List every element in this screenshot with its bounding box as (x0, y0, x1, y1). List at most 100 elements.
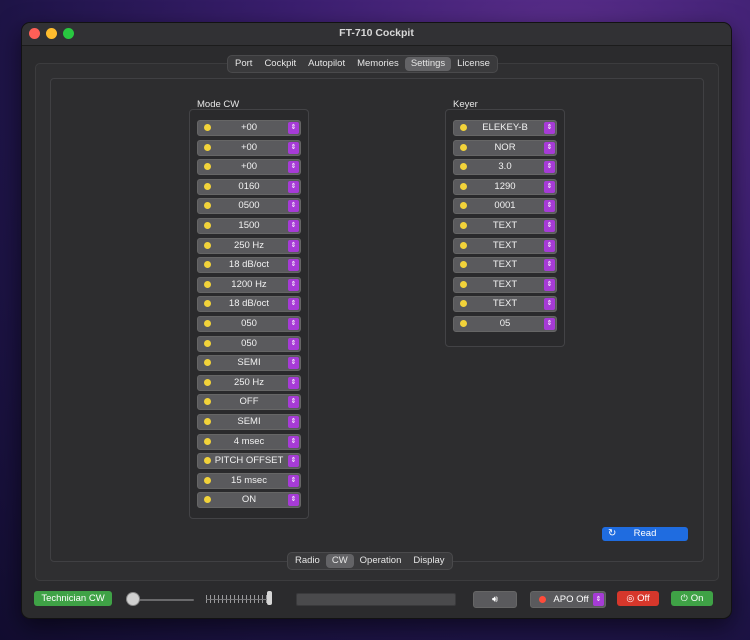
mode-cw-popup[interactable]: 4 msec ⇕ (197, 433, 301, 450)
chevron-updown-icon: ⇕ (593, 593, 604, 606)
mode-cw-popup[interactable]: 18 dB/oct ⇕ (197, 257, 301, 274)
popup-value: SEMI (237, 357, 261, 369)
chevron-updown-icon: ⇕ (544, 141, 555, 154)
subtab-cw[interactable]: CW (325, 554, 354, 568)
mode-cw-popup[interactable]: SEMI ⇕ (197, 355, 301, 372)
speaker-icon: 🔊︎ (492, 594, 498, 605)
keyer-popup[interactable]: 0001 ⇕ (453, 198, 557, 215)
subtab-radio[interactable]: Radio (289, 554, 326, 568)
keyer-popup[interactable]: 1290 ⇕ (453, 178, 557, 195)
keyer-popup[interactable]: NOR ⇕ (453, 139, 557, 156)
subtab-operation[interactable]: Operation (354, 554, 408, 568)
popup-value: 0500 (238, 200, 260, 212)
tab-autopilot[interactable]: Autopilot (302, 57, 351, 71)
status-dot (460, 163, 467, 171)
off-button[interactable]: ◎ Off (617, 591, 659, 606)
popup-value: +00 (240, 161, 258, 173)
keyer-popup[interactable]: TEXT ⇕ (453, 257, 557, 274)
chevron-updown-icon: ⇕ (544, 220, 555, 232)
chevron-updown-icon: ⇕ (544, 259, 555, 272)
popup-value: 05 (499, 318, 511, 329)
popup-value: TEXT (492, 220, 518, 231)
tab-cockpit[interactable]: Cockpit (258, 57, 302, 71)
mode-cw-popup[interactable]: 250 Hz ⇕ (197, 374, 301, 391)
read-button-label: Read (633, 528, 657, 539)
chevron-updown-icon: ⇕ (288, 474, 299, 487)
mode-cw-popup[interactable]: 15 msec ⇕ (197, 472, 301, 489)
mode-cw-popup[interactable]: 250 Hz ⇕ (197, 237, 301, 254)
popup-value: ELEKEY-B (482, 122, 528, 133)
status-dot (460, 300, 467, 308)
status-dot (204, 143, 211, 151)
chevron-updown-icon: ⇕ (544, 122, 555, 134)
level-meter (296, 593, 456, 606)
status-dot (204, 320, 211, 327)
chevron-updown-icon: ⇕ (288, 122, 299, 134)
status-dot (204, 359, 211, 367)
popup-value: OFF (239, 396, 259, 408)
mode-cw-popup[interactable]: 0160 ⇕ (197, 178, 301, 195)
speaker-button[interactable]: 🔊︎ (473, 591, 517, 608)
mode-cw-popup[interactable]: 050 ⇕ (197, 316, 301, 332)
status-dot (460, 143, 467, 151)
keyer-popup[interactable]: TEXT ⇕ (453, 237, 557, 254)
status-dot (204, 222, 211, 229)
power-icon: ◎ (626, 593, 635, 603)
chevron-updown-icon: ⇕ (544, 180, 555, 193)
popup-value: 050 (241, 318, 257, 329)
mode-cw-popup[interactable]: 18 dB/oct ⇕ (197, 296, 301, 313)
keyer-popup[interactable]: ELEKEY-B ⇕ (453, 120, 557, 136)
status-dot (204, 280, 211, 288)
mode-cw-popup[interactable]: PITCH OFFSET ⇕ (197, 453, 301, 470)
tab-port[interactable]: Port (229, 57, 258, 71)
mode-cw-popup[interactable]: 0500 ⇕ (197, 198, 301, 215)
popup-value: 0001 (494, 200, 516, 212)
tick-slider-knob[interactable] (267, 591, 272, 605)
tab-memories[interactable]: Memories (351, 57, 405, 71)
popup-value: ON (241, 494, 257, 506)
popup-value: 250 Hz (233, 239, 265, 251)
mode-cw-popup[interactable]: SEMI ⇕ (197, 414, 301, 430)
mode-cw-popup[interactable]: +00 ⇕ (197, 120, 301, 136)
mode-cw-popup[interactable]: 1200 Hz ⇕ (197, 276, 301, 293)
mode-cw-popup[interactable]: +00 ⇕ (197, 139, 301, 156)
mode-cw-popup[interactable]: ON ⇕ (197, 492, 301, 509)
chevron-updown-icon: ⇕ (544, 200, 555, 213)
status-dot (204, 378, 211, 386)
keyer-popup[interactable]: 05 ⇕ (453, 316, 557, 332)
popup-value: 1500 (238, 220, 260, 231)
chevron-updown-icon: ⇕ (288, 278, 299, 291)
keyer-popup[interactable]: TEXT ⇕ (453, 276, 557, 293)
volume-slider-knob[interactable] (126, 592, 140, 606)
main-window: FT-710 Cockpit Port Cockpit Autopilot Memor… (21, 22, 732, 619)
apo-popup[interactable]: APO Off ⇕ (530, 591, 606, 608)
mode-cw-popup[interactable]: 050 ⇕ (197, 335, 301, 352)
on-button[interactable]: ⏻ On (671, 591, 713, 606)
license-button[interactable]: Technician CW (34, 591, 112, 606)
chevron-updown-icon: ⇕ (288, 200, 299, 213)
tick-slider-track (206, 599, 272, 600)
main-tabs: Port Cockpit Autopilot Memories Settings Lice… (227, 55, 498, 73)
read-button[interactable]: ↻ Read (602, 527, 688, 541)
tab-settings[interactable]: Settings (404, 57, 452, 71)
status-dot (204, 418, 211, 425)
popup-value: 15 msec (231, 474, 267, 486)
mode-cw-popup[interactable]: OFF ⇕ (197, 394, 301, 411)
status-dot (204, 339, 211, 347)
chevron-updown-icon: ⇕ (288, 220, 299, 232)
keyer-popup[interactable]: TEXT ⇕ (453, 218, 557, 234)
popup-value: 18 dB/oct (228, 298, 270, 310)
keyer-popup[interactable]: TEXT ⇕ (453, 296, 557, 313)
popup-value: 3.0 (498, 161, 512, 173)
mode-cw-popup[interactable]: +00 ⇕ (197, 159, 301, 176)
popup-value: 1200 Hz (231, 278, 267, 290)
popup-value: SEMI (237, 416, 261, 427)
tab-license[interactable]: License (451, 57, 496, 71)
chevron-updown-icon: ⇕ (288, 337, 299, 350)
mode-cw-popup[interactable]: 1500 ⇕ (197, 218, 301, 234)
chevron-updown-icon: ⇕ (288, 357, 299, 370)
popup-value: 250 Hz (233, 376, 265, 388)
subtab-display[interactable]: Display (407, 554, 450, 568)
keyer-popup[interactable]: 3.0 ⇕ (453, 159, 557, 176)
apo-label: APO Off (553, 594, 589, 605)
